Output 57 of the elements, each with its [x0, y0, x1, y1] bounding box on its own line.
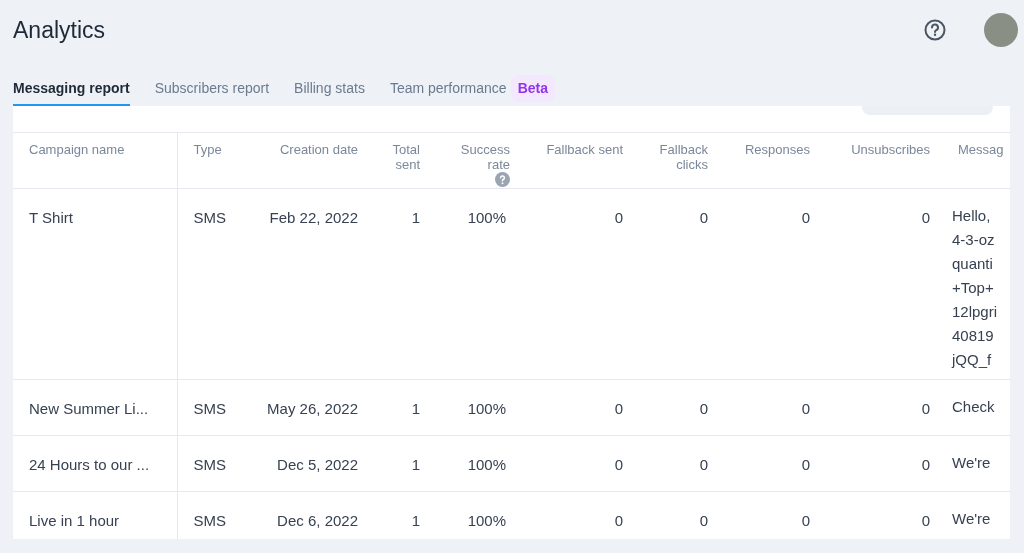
message-text: Hello, 4-3-oz quanti +Top+ 12lpgri 40819 jQQ_f	[952, 206, 999, 370]
table-cell: 0	[921, 512, 930, 529]
table-cell: 0	[614, 209, 623, 226]
table-cell: 100%	[467, 456, 506, 473]
table-cell: 0	[614, 400, 623, 417]
table-cell: 0	[921, 400, 930, 417]
table-cell: 1	[411, 456, 420, 473]
table-cell: New Summer Li...	[29, 400, 149, 417]
table-cell: May 26, 2022	[267, 400, 358, 417]
table-cell: 1	[411, 400, 420, 417]
column-header: Type	[193, 142, 222, 157]
table-cell: 100%	[467, 512, 506, 529]
column-header: Fallback clicks	[659, 142, 708, 172]
column-header: Fallback sent	[546, 142, 623, 157]
table-cell: Live in 1 hour	[29, 512, 120, 529]
column-header: Messag	[958, 142, 1004, 157]
table-cell: T Shirt	[29, 209, 73, 226]
page-title: Analytics	[13, 15, 106, 45]
table-cell: SMS	[193, 400, 226, 417]
column-header: Unsubscribes	[851, 142, 930, 157]
table-cell: 0	[699, 512, 708, 529]
table-cell: SMS	[193, 512, 226, 529]
table-cell: Dec 5, 2022	[277, 456, 358, 473]
table-cell: 0	[921, 456, 930, 473]
column-header: Responses	[744, 142, 810, 157]
table-cell: SMS	[193, 209, 226, 226]
table-cell: 1	[411, 512, 420, 529]
tab[interactable]: Team performance	[389, 72, 507, 106]
table-cell: 0	[801, 209, 810, 226]
tab[interactable]: Subscribers report	[154, 72, 270, 106]
beta-badge: Beta	[510, 74, 555, 102]
column-header: Total sent	[392, 142, 420, 172]
table-cell: 0	[699, 456, 708, 473]
column-header: Creation date	[279, 142, 358, 157]
table-cell: Feb 22, 2022	[269, 209, 358, 226]
message-text: We're	[952, 509, 992, 529]
table-cell: 1	[411, 209, 420, 226]
tab[interactable]: Billing stats	[294, 72, 365, 106]
avatar[interactable]	[984, 13, 1018, 47]
table-cell: 0	[614, 456, 623, 473]
table-cell: 0	[801, 400, 810, 417]
table-cell: 0	[921, 209, 930, 226]
table-cell: 0	[699, 209, 708, 226]
table-cell: 0	[614, 512, 623, 529]
column-header: Campaign name	[29, 142, 125, 157]
column-header: Success rate	[459, 142, 510, 172]
table-cell: Dec 6, 2022	[277, 512, 358, 529]
help-icon[interactable]	[924, 19, 946, 41]
table-cell: 0	[699, 400, 708, 417]
table-cell: 0	[801, 512, 810, 529]
table-cell: 24 Hours to our ...	[29, 456, 150, 473]
message-text: Check	[952, 397, 996, 417]
message-text: We're	[952, 453, 992, 473]
table-cell: 100%	[467, 209, 506, 226]
table-cell: 100%	[467, 400, 506, 417]
table-cell: 0	[801, 456, 810, 473]
table-cell: SMS	[193, 456, 226, 473]
